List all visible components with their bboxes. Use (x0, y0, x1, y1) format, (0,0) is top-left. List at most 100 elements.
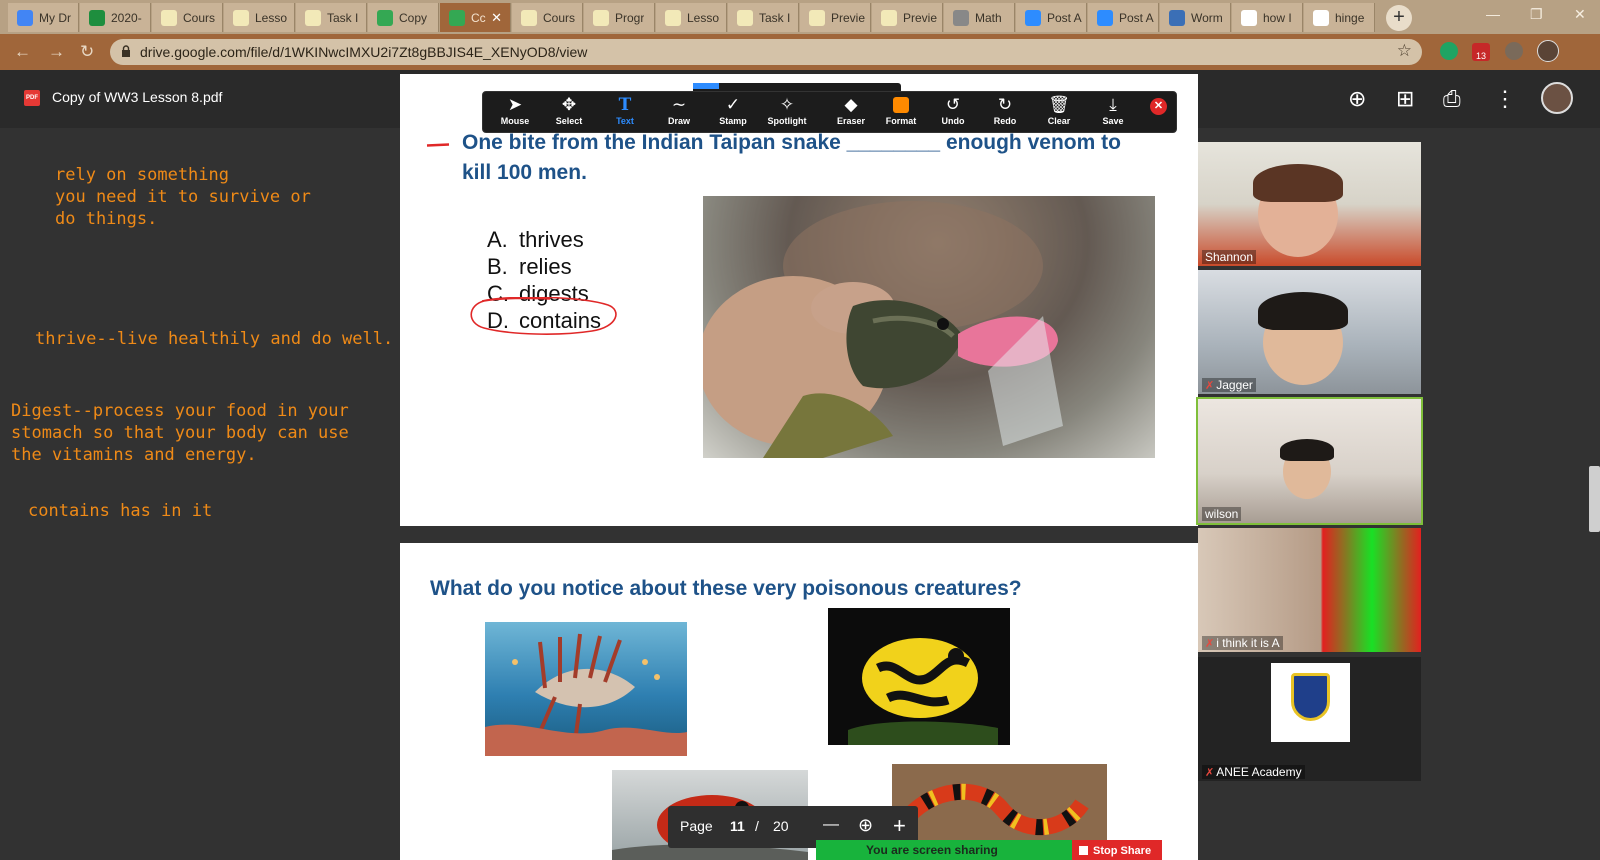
participant-hair (1258, 292, 1348, 330)
tool-spotlight-button[interactable]: ✧ Spotlight (759, 94, 815, 132)
tool-label: Spotlight (767, 116, 807, 126)
tool-label: Draw (667, 116, 690, 126)
browser-tab[interactable]: Task I (296, 3, 367, 32)
more-options-icon[interactable]: ⋮ (1494, 88, 1516, 110)
mouse-icon: ➤ (507, 95, 523, 114)
note-thrive: thrive--live healthily and do well. (35, 329, 394, 349)
participant-name: Shannon (1202, 250, 1257, 264)
browser-tab[interactable]: Post A (1088, 3, 1159, 32)
extension-badge-icon[interactable]: 13 (1472, 43, 1490, 61)
tool-text-button[interactable]: T Text (597, 94, 653, 132)
tool-undo-button[interactable]: ↺ Undo (925, 94, 981, 132)
participant-tile[interactable]: wilson (1196, 397, 1423, 525)
browser-tab[interactable]: Copy (368, 3, 439, 32)
forward-icon[interactable]: → (48, 42, 65, 62)
browser-tab[interactable]: Lesso (656, 3, 727, 32)
participant-tile[interactable]: ✗ i think it is A (1198, 528, 1421, 652)
tool-draw-button[interactable]: ∼ Draw (651, 94, 707, 132)
browser-tab[interactable]: Cours (512, 3, 583, 32)
participant-tile[interactable]: ✗ Jagger (1198, 270, 1421, 394)
browser-tab[interactable]: how I (1232, 3, 1303, 32)
browser-tab[interactable]: Math (944, 3, 1015, 32)
tool-format-button[interactable]: Format (873, 94, 929, 132)
close-annotation-icon[interactable]: ✕ (1150, 98, 1167, 115)
browser-tab[interactable]: 2020- (80, 3, 151, 32)
question-text-2: What do you notice about these very pois… (430, 577, 1022, 600)
browser-tab[interactable]: Previe (872, 3, 943, 32)
page-scrollbar-thumb[interactable] (1589, 466, 1600, 532)
zoom-icon[interactable]: ⊕ (858, 815, 873, 836)
profile-avatar-icon[interactable] (1537, 40, 1559, 62)
tab-title: Post A (1119, 10, 1154, 25)
minimize-icon[interactable]: — (1486, 6, 1500, 22)
browser-tab[interactable]: My Dr (8, 3, 79, 32)
add-to-drive-icon[interactable]: ⊕ (1348, 88, 1366, 110)
tool-label: Clear (1047, 116, 1071, 126)
select-icon: ✥ (561, 95, 577, 114)
tab-favicon-icon (89, 9, 105, 26)
screen: My Dr 2020- Cours Lesso Task I Copy Cc ✕ Cours Pr… (0, 0, 1600, 860)
tool-redo-button[interactable]: ↻ Redo (977, 94, 1033, 132)
back-icon[interactable]: ← (14, 42, 31, 62)
print-icon[interactable]: ⎙ (1443, 88, 1461, 110)
participant-hair (1253, 164, 1343, 202)
stop-share-button[interactable]: Stop Share (1072, 840, 1162, 860)
add-comment-icon[interactable]: ⊞ (1396, 88, 1414, 110)
extension-icon[interactable] (1440, 42, 1458, 60)
browser-tab[interactable]: hinge (1304, 3, 1375, 32)
tool-label: Stamp (719, 116, 747, 126)
tab-favicon-icon (737, 9, 753, 26)
tool-eraser-button[interactable]: ◆ Eraser (823, 94, 879, 132)
browser-tab[interactable]: Cc ✕ (440, 3, 511, 32)
tab-favicon-icon (593, 9, 609, 26)
clear-icon: 🗑 (1048, 95, 1070, 114)
browser-tab[interactable]: Progr (584, 3, 655, 32)
tab-favicon-icon (1169, 9, 1185, 26)
browser-tab[interactable]: Task I (728, 3, 799, 32)
puzzle-icon[interactable] (1505, 42, 1523, 60)
option-text: relies (519, 254, 572, 279)
stamp-icon: ✓ (725, 95, 741, 114)
participant-name: wilson (1202, 507, 1242, 521)
zoom-in-icon[interactable]: + (893, 813, 906, 839)
browser-tab[interactable]: Previe (800, 3, 871, 32)
tab-favicon-icon (809, 9, 825, 26)
participant-tile[interactable]: Shannon (1198, 142, 1421, 266)
close-tab-icon[interactable]: ✕ (491, 10, 502, 26)
pen-annotation-mark (426, 143, 450, 147)
tab-favicon-icon (17, 9, 33, 26)
tool-save-button[interactable]: ⤓ Save (1085, 94, 1141, 132)
tool-mouse-button[interactable]: ➤ Mouse (487, 94, 543, 132)
tab-title: Previe (903, 10, 938, 25)
tab-favicon-icon (161, 9, 177, 26)
page-label: Page (680, 818, 713, 834)
participant-tile[interactable]: ✗ ANEE Academy (1198, 657, 1421, 781)
tool-select-button[interactable]: ✥ Select (541, 94, 597, 132)
zoom-out-icon[interactable]: — (823, 816, 839, 834)
close-window-icon[interactable]: ✕ (1574, 6, 1586, 23)
reload-icon[interactable]: ↻ (80, 42, 94, 62)
tab-favicon-icon (1313, 9, 1329, 26)
browser-tab[interactable]: Cours (152, 3, 223, 32)
account-avatar[interactable] (1541, 82, 1573, 114)
new-tab-button[interactable]: + (1386, 5, 1412, 31)
url-field[interactable]: drive.google.com/file/d/1WKINwcIMXU2i7Zt… (110, 39, 1422, 65)
tool-stamp-button[interactable]: ✓ Stamp (705, 94, 761, 132)
restore-icon[interactable]: ❐ (1530, 6, 1543, 23)
tool-label: Mouse (500, 116, 530, 126)
annotation-toolbar: ➤ Mouse ✥ Select T Text ∼ Draw ✓ Stamp ✧ Spotlight ◆… (482, 91, 1177, 133)
tab-title: Lesso (255, 10, 288, 25)
tab-title: hinge (1335, 10, 1365, 25)
pdf-page-11: One bite from the Indian Taipan snake __… (400, 74, 1198, 526)
browser-tab[interactable]: Lesso (224, 3, 295, 32)
tool-clear-button[interactable]: 🗑 Clear (1031, 94, 1087, 132)
browser-tab[interactable]: Worm (1160, 3, 1231, 32)
tab-favicon-icon (881, 9, 897, 26)
muted-mic-icon: ✗ (1205, 767, 1215, 779)
participant-name: ✗ i think it is A (1202, 636, 1283, 650)
bookmark-star-icon[interactable]: ☆ (1397, 41, 1412, 61)
note-digest: Digest--process your food in your stomac… (11, 401, 349, 465)
browser-tab[interactable]: Post A (1016, 3, 1087, 32)
tab-favicon-icon (305, 9, 321, 26)
current-page-input[interactable]: 11 (730, 818, 745, 834)
